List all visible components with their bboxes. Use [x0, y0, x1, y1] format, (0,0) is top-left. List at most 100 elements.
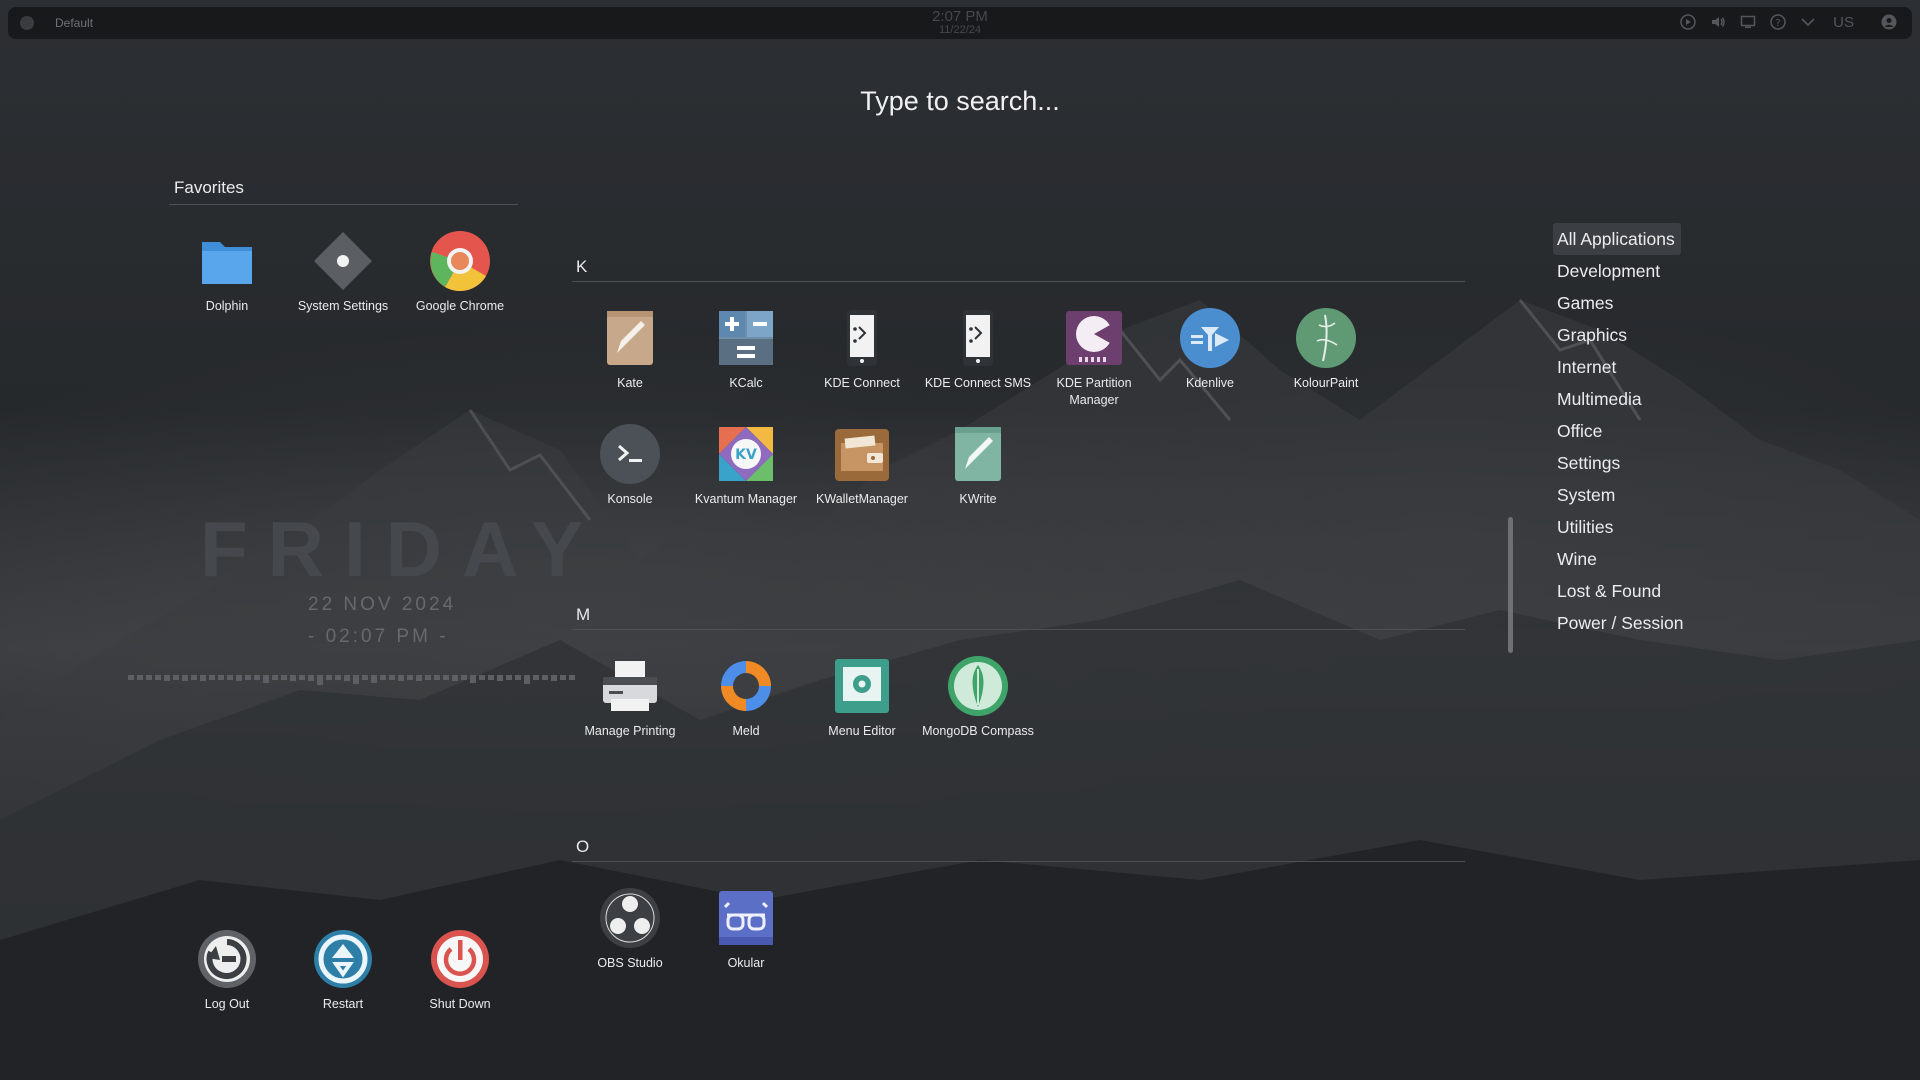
app-label: Kdenlive: [1186, 376, 1234, 390]
app-kate[interactable]: Kate: [574, 307, 686, 392]
app-kwalletmanager[interactable]: KWalletManager: [806, 423, 918, 508]
session-label: Shut Down: [429, 997, 491, 1011]
panel-clock-date[interactable]: 11/22/24: [8, 24, 1912, 36]
app-label: KDE Connect SMS: [924, 376, 1032, 390]
app-obs-studio[interactable]: OBS Studio: [574, 887, 686, 972]
app-kcalc[interactable]: KCalc: [690, 307, 802, 392]
category-wine[interactable]: Wine: [1553, 543, 1753, 575]
menu-editor-icon: [835, 659, 889, 713]
kvantum-icon: KV: [719, 427, 773, 481]
kolourpaint-icon: [1296, 308, 1356, 368]
favorite-google-chrome[interactable]: Google Chrome: [404, 230, 516, 315]
logout-button[interactable]: Log Out: [171, 928, 283, 1013]
display-icon[interactable]: [1739, 13, 1757, 31]
app-label: Manage Printing: [584, 724, 676, 738]
section-k-heading: K: [576, 257, 588, 276]
user-avatar-icon[interactable]: [1880, 13, 1898, 31]
widget-time: - 02:07 PM -: [308, 626, 449, 647]
category-system[interactable]: System: [1553, 479, 1753, 511]
app-label: KDE Connect: [824, 376, 900, 390]
app-kde-connect-sms[interactable]: KDE Connect SMS: [922, 307, 1034, 392]
app-label: Dolphin: [205, 299, 249, 313]
printer-icon: [603, 661, 657, 711]
session-label: Restart: [322, 997, 364, 1011]
section-o-heading: O: [576, 837, 590, 856]
app-label: KWrite: [959, 492, 997, 506]
kwrite-icon: [955, 427, 1001, 481]
app-mongodb-compass[interactable]: MongoDB Compass: [922, 655, 1034, 740]
category-list: All Applications Development Games Graph…: [1553, 223, 1753, 639]
shutdown-button[interactable]: Shut Down: [404, 928, 516, 1013]
media-player-icon[interactable]: [1679, 13, 1697, 31]
category-lost-and-found[interactable]: Lost & Found: [1553, 575, 1753, 607]
section-m-divider: [572, 629, 1465, 630]
section-k-divider: [572, 281, 1465, 282]
app-label: Konsole: [607, 492, 653, 506]
restart-icon: [314, 930, 372, 988]
category-utilities[interactable]: Utilities: [1553, 511, 1753, 543]
app-kvantum-manager[interactable]: KV Kvantum Manager: [690, 423, 802, 508]
app-list-scrollbar[interactable]: [1508, 517, 1513, 653]
app-label: Menu Editor: [828, 724, 896, 738]
category-internet[interactable]: Internet: [1553, 351, 1753, 383]
obs-icon: [600, 888, 660, 948]
category-games[interactable]: Games: [1553, 287, 1753, 319]
kdenlive-icon: [1180, 308, 1240, 368]
category-office[interactable]: Office: [1553, 415, 1753, 447]
category-settings[interactable]: Settings: [1553, 447, 1753, 479]
app-konsole[interactable]: Konsole: [574, 423, 686, 508]
app-label: Kate: [617, 376, 643, 390]
app-label: KCalc: [729, 376, 763, 390]
app-label: System Settings: [297, 299, 389, 313]
panel-clock-time[interactable]: 2:07 PM: [8, 9, 1912, 24]
category-power-session[interactable]: Power / Session: [1553, 607, 1753, 639]
kate-icon: [607, 311, 653, 365]
app-kde-connect[interactable]: KDE Connect: [806, 307, 918, 392]
session-label: Log Out: [204, 997, 250, 1011]
folder-icon: [202, 242, 252, 284]
app-kde-partition-manager[interactable]: KDE Partition Manager: [1038, 307, 1150, 409]
app-label: Kvantum Manager: [694, 492, 798, 506]
app-kdenlive[interactable]: Kdenlive: [1154, 307, 1266, 392]
partition-manager-icon: [1066, 311, 1122, 365]
category-multimedia[interactable]: Multimedia: [1553, 383, 1753, 415]
keyboard-layout-indicator[interactable]: US: [1833, 14, 1854, 31]
system-tray: ? US: [1679, 13, 1898, 31]
category-all-applications[interactable]: All Applications: [1553, 223, 1681, 255]
category-graphics[interactable]: Graphics: [1553, 319, 1753, 351]
app-okular[interactable]: Okular: [690, 887, 802, 972]
calculator-icon: [719, 311, 773, 365]
favorite-dolphin[interactable]: Dolphin: [171, 230, 283, 315]
widget-date: 22 NOV 2024: [308, 594, 457, 615]
meld-icon: [721, 661, 771, 711]
audio-visualizer: [128, 675, 575, 685]
section-m-heading: M: [576, 605, 591, 624]
logout-icon: [198, 930, 256, 988]
favorite-system-settings[interactable]: System Settings: [287, 230, 399, 315]
settings-icon: [314, 232, 372, 290]
favorites-heading: Favorites: [174, 178, 244, 197]
app-kwrite[interactable]: KWrite: [922, 423, 1034, 508]
restart-button[interactable]: Restart: [287, 928, 399, 1013]
search-field[interactable]: Type to search...: [0, 86, 1920, 117]
app-menu-editor[interactable]: Menu Editor: [806, 655, 918, 740]
app-label: KDE Partition Manager: [1056, 376, 1132, 407]
volume-icon[interactable]: [1709, 13, 1727, 31]
app-manage-printing[interactable]: Manage Printing: [574, 655, 686, 740]
favorites-divider: [169, 204, 518, 205]
chevron-down-icon[interactable]: [1799, 13, 1817, 31]
svg-text:KV: KV: [735, 447, 757, 463]
section-o-divider: [572, 861, 1465, 862]
help-icon[interactable]: ?: [1769, 13, 1787, 31]
svg-text:?: ?: [1776, 18, 1781, 29]
widget-day: FRIDAY: [200, 505, 604, 593]
category-development[interactable]: Development: [1553, 255, 1753, 287]
kdeconnect-icon: [847, 310, 877, 366]
app-label: Okular: [727, 956, 765, 970]
terminal-icon: [600, 424, 660, 484]
app-meld[interactable]: Meld: [690, 655, 802, 740]
app-label: Meld: [732, 724, 760, 738]
kdeconnect-sms-icon: [963, 310, 993, 366]
app-kolourpaint[interactable]: KolourPaint: [1270, 307, 1382, 392]
power-icon: [431, 930, 489, 988]
